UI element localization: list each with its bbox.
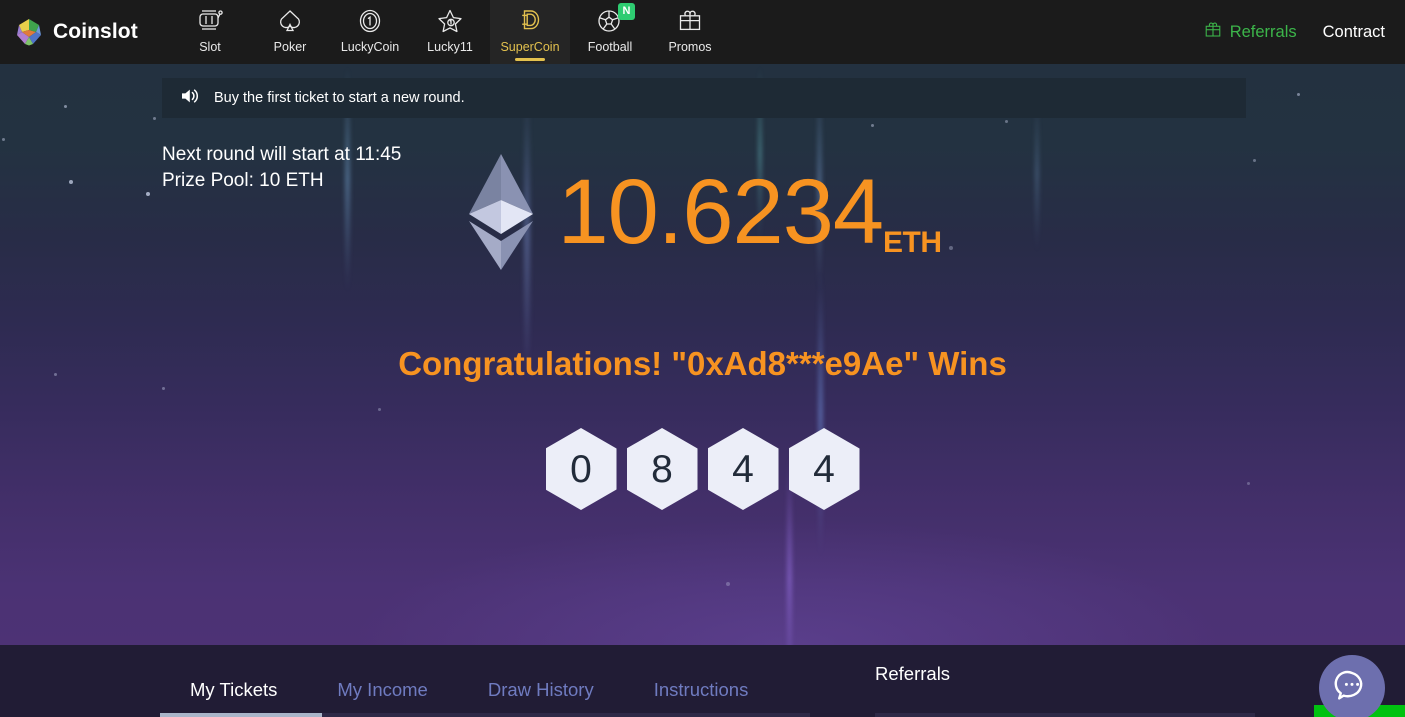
nav-right-links: Referrals Contract xyxy=(1203,20,1405,45)
chat-support-button[interactable] xyxy=(1319,655,1385,717)
polyhedron-logo-icon xyxy=(14,17,44,47)
page-root: Coinslot Slot Poker LuckyCoin Lucky11 Su… xyxy=(0,0,1405,717)
nav-link-label: Contract xyxy=(1322,22,1385,41)
chat-bubble-icon xyxy=(1333,667,1371,710)
decor-star xyxy=(153,117,156,120)
star-icon xyxy=(436,6,464,36)
referrals-section-title: Referrals xyxy=(875,663,951,684)
slot-machine-icon xyxy=(196,6,224,36)
winning-numbers: 0 8 4 4 xyxy=(0,428,1405,510)
winning-number-digit: 4 xyxy=(732,447,754,491)
jackpot-amount-unit: ETH xyxy=(883,226,942,259)
nav-item-supercoin[interactable]: SuperCoin xyxy=(490,0,570,64)
tab-draw-history[interactable]: Draw History xyxy=(458,679,624,717)
bottom-panel: My Tickets My Income Draw History Instru… xyxy=(0,645,1405,717)
jackpot-amount-row: 10.6234 ETH xyxy=(0,150,1405,274)
tab-instructions[interactable]: Instructions xyxy=(624,679,779,717)
winning-number-cell: 4 xyxy=(707,428,779,510)
supercoin-d-icon xyxy=(516,6,544,36)
tab-active-underline xyxy=(160,713,322,717)
nav-item-lucky11[interactable]: Lucky11 xyxy=(410,0,490,64)
top-navbar: Coinslot Slot Poker LuckyCoin Lucky11 Su… xyxy=(0,0,1405,64)
jackpot-amount-value: 10.6234 xyxy=(557,161,884,263)
announcement-text: Buy the first ticket to start a new roun… xyxy=(214,90,465,106)
brand-logo-link[interactable]: Coinslot xyxy=(0,17,170,47)
nav-active-underline xyxy=(515,58,545,61)
winning-number-cell: 0 xyxy=(545,428,617,510)
nav-link-contract[interactable]: Contract xyxy=(1323,23,1385,42)
congratulations-message: Congratulations! "0xAd8***e9Ae" Wins xyxy=(398,345,1007,382)
spade-icon xyxy=(276,6,304,36)
nav-link-label: Referrals xyxy=(1229,22,1297,41)
gift-icon xyxy=(1203,20,1223,45)
decor-star xyxy=(1297,93,1300,96)
nav-item-label: Slot xyxy=(199,40,221,54)
winning-number-cell: 4 xyxy=(788,428,860,510)
tab-my-income[interactable]: My Income xyxy=(307,679,457,717)
decor-star xyxy=(2,138,5,141)
referrals-underline xyxy=(875,713,1255,717)
coin-one-icon xyxy=(356,6,384,36)
tab-label: My Income xyxy=(337,679,428,700)
new-badge: N xyxy=(618,3,635,20)
tab-label: My Tickets xyxy=(190,679,278,700)
winning-number-digit: 8 xyxy=(651,447,673,491)
decor-star xyxy=(1005,120,1008,123)
winning-number-digit: 0 xyxy=(570,447,592,491)
tab-label: Instructions xyxy=(653,679,749,700)
decor-star xyxy=(378,408,381,411)
ethereum-diamond-icon xyxy=(463,150,539,274)
nav-item-promos[interactable]: Promos xyxy=(650,0,730,64)
decor-star xyxy=(871,124,874,127)
nav-item-label: LuckyCoin xyxy=(340,40,400,54)
nav-item-slot[interactable]: Slot xyxy=(170,0,250,64)
nav-item-football[interactable]: N Football xyxy=(570,0,650,64)
decor-star xyxy=(162,387,165,390)
nav-item-label: Football xyxy=(587,40,633,54)
announcement-banner: Buy the first ticket to start a new roun… xyxy=(162,78,1246,118)
winning-number-cell: 8 xyxy=(626,428,698,510)
nav-link-referrals[interactable]: Referrals xyxy=(1203,20,1297,45)
bottom-tabs: My Tickets My Income Draw History Instru… xyxy=(160,645,778,717)
winning-number-digit: 4 xyxy=(813,447,835,491)
gift-icon xyxy=(676,6,704,36)
brand-name: Coinslot xyxy=(53,20,138,43)
decor-star xyxy=(726,582,730,586)
football-icon: N xyxy=(596,3,635,36)
tab-my-tickets[interactable]: My Tickets xyxy=(160,679,307,717)
tab-label: Draw History xyxy=(487,679,594,700)
nav-item-label: Promos xyxy=(668,40,712,54)
nav-item-poker[interactable]: Poker xyxy=(250,0,330,64)
nav-items: Slot Poker LuckyCoin Lucky11 SuperCoin N… xyxy=(170,0,730,64)
nav-item-luckycoin[interactable]: LuckyCoin xyxy=(330,0,410,64)
nav-item-label: Lucky11 xyxy=(427,40,473,54)
decor-beam xyxy=(818,269,823,559)
nav-item-label: SuperCoin xyxy=(500,40,560,54)
speaker-icon xyxy=(180,87,200,110)
decor-star xyxy=(64,105,67,108)
nav-item-label: Poker xyxy=(273,40,307,54)
